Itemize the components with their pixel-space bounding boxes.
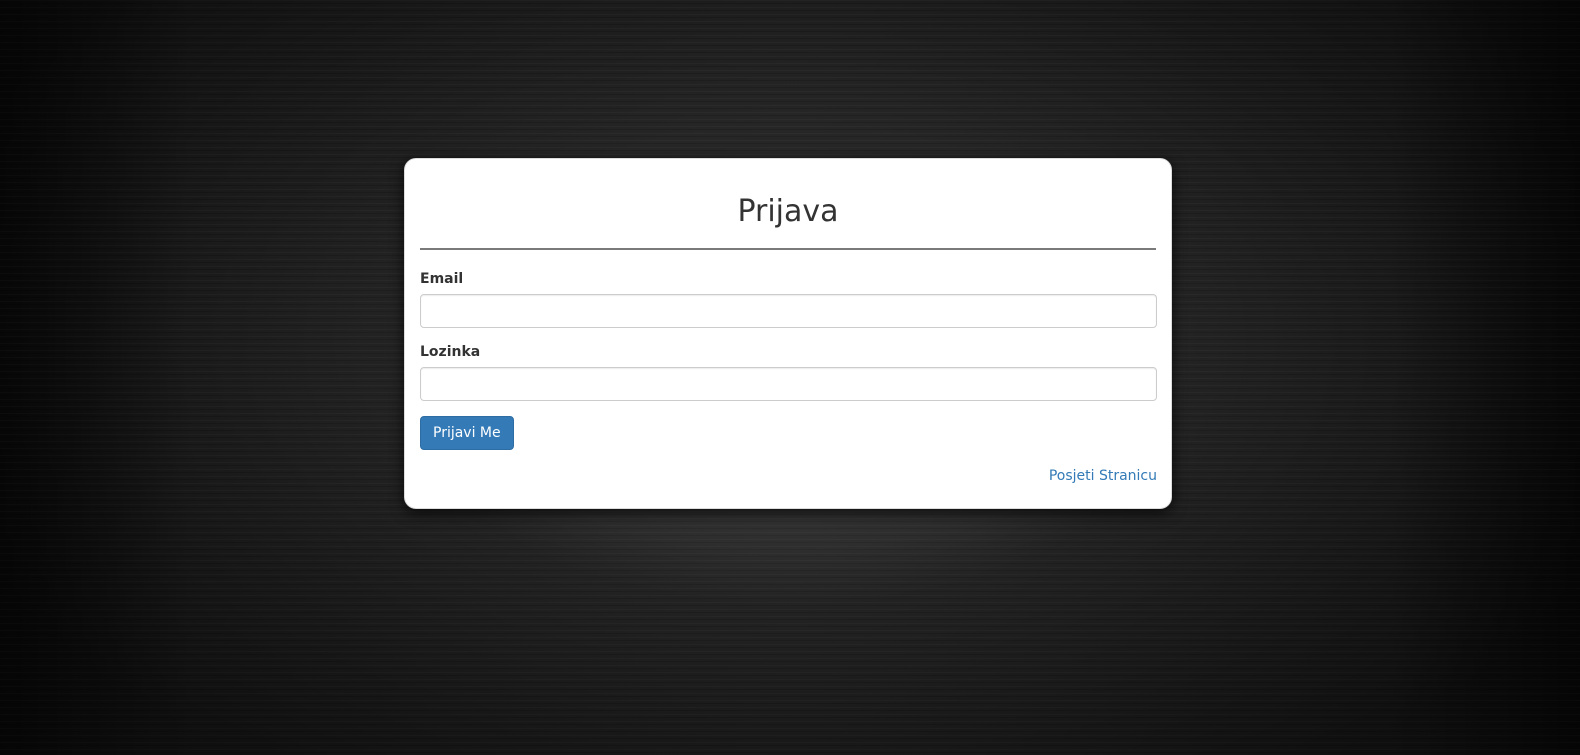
login-card: Prijava Email Lozinka Prijavi Me Posjeti… <box>404 158 1172 509</box>
page-title: Prijava <box>737 194 839 229</box>
title-divider <box>420 248 1156 250</box>
password-label: Lozinka <box>420 344 481 360</box>
login-button[interactable]: Prijavi Me <box>420 416 514 450</box>
link-row: Posjeti Stranicu <box>420 465 1157 484</box>
password-field[interactable] <box>420 367 1157 401</box>
visit-site-link[interactable]: Posjeti Stranicu <box>1049 468 1157 484</box>
email-field[interactable] <box>420 294 1157 328</box>
email-label: Email <box>420 271 464 287</box>
